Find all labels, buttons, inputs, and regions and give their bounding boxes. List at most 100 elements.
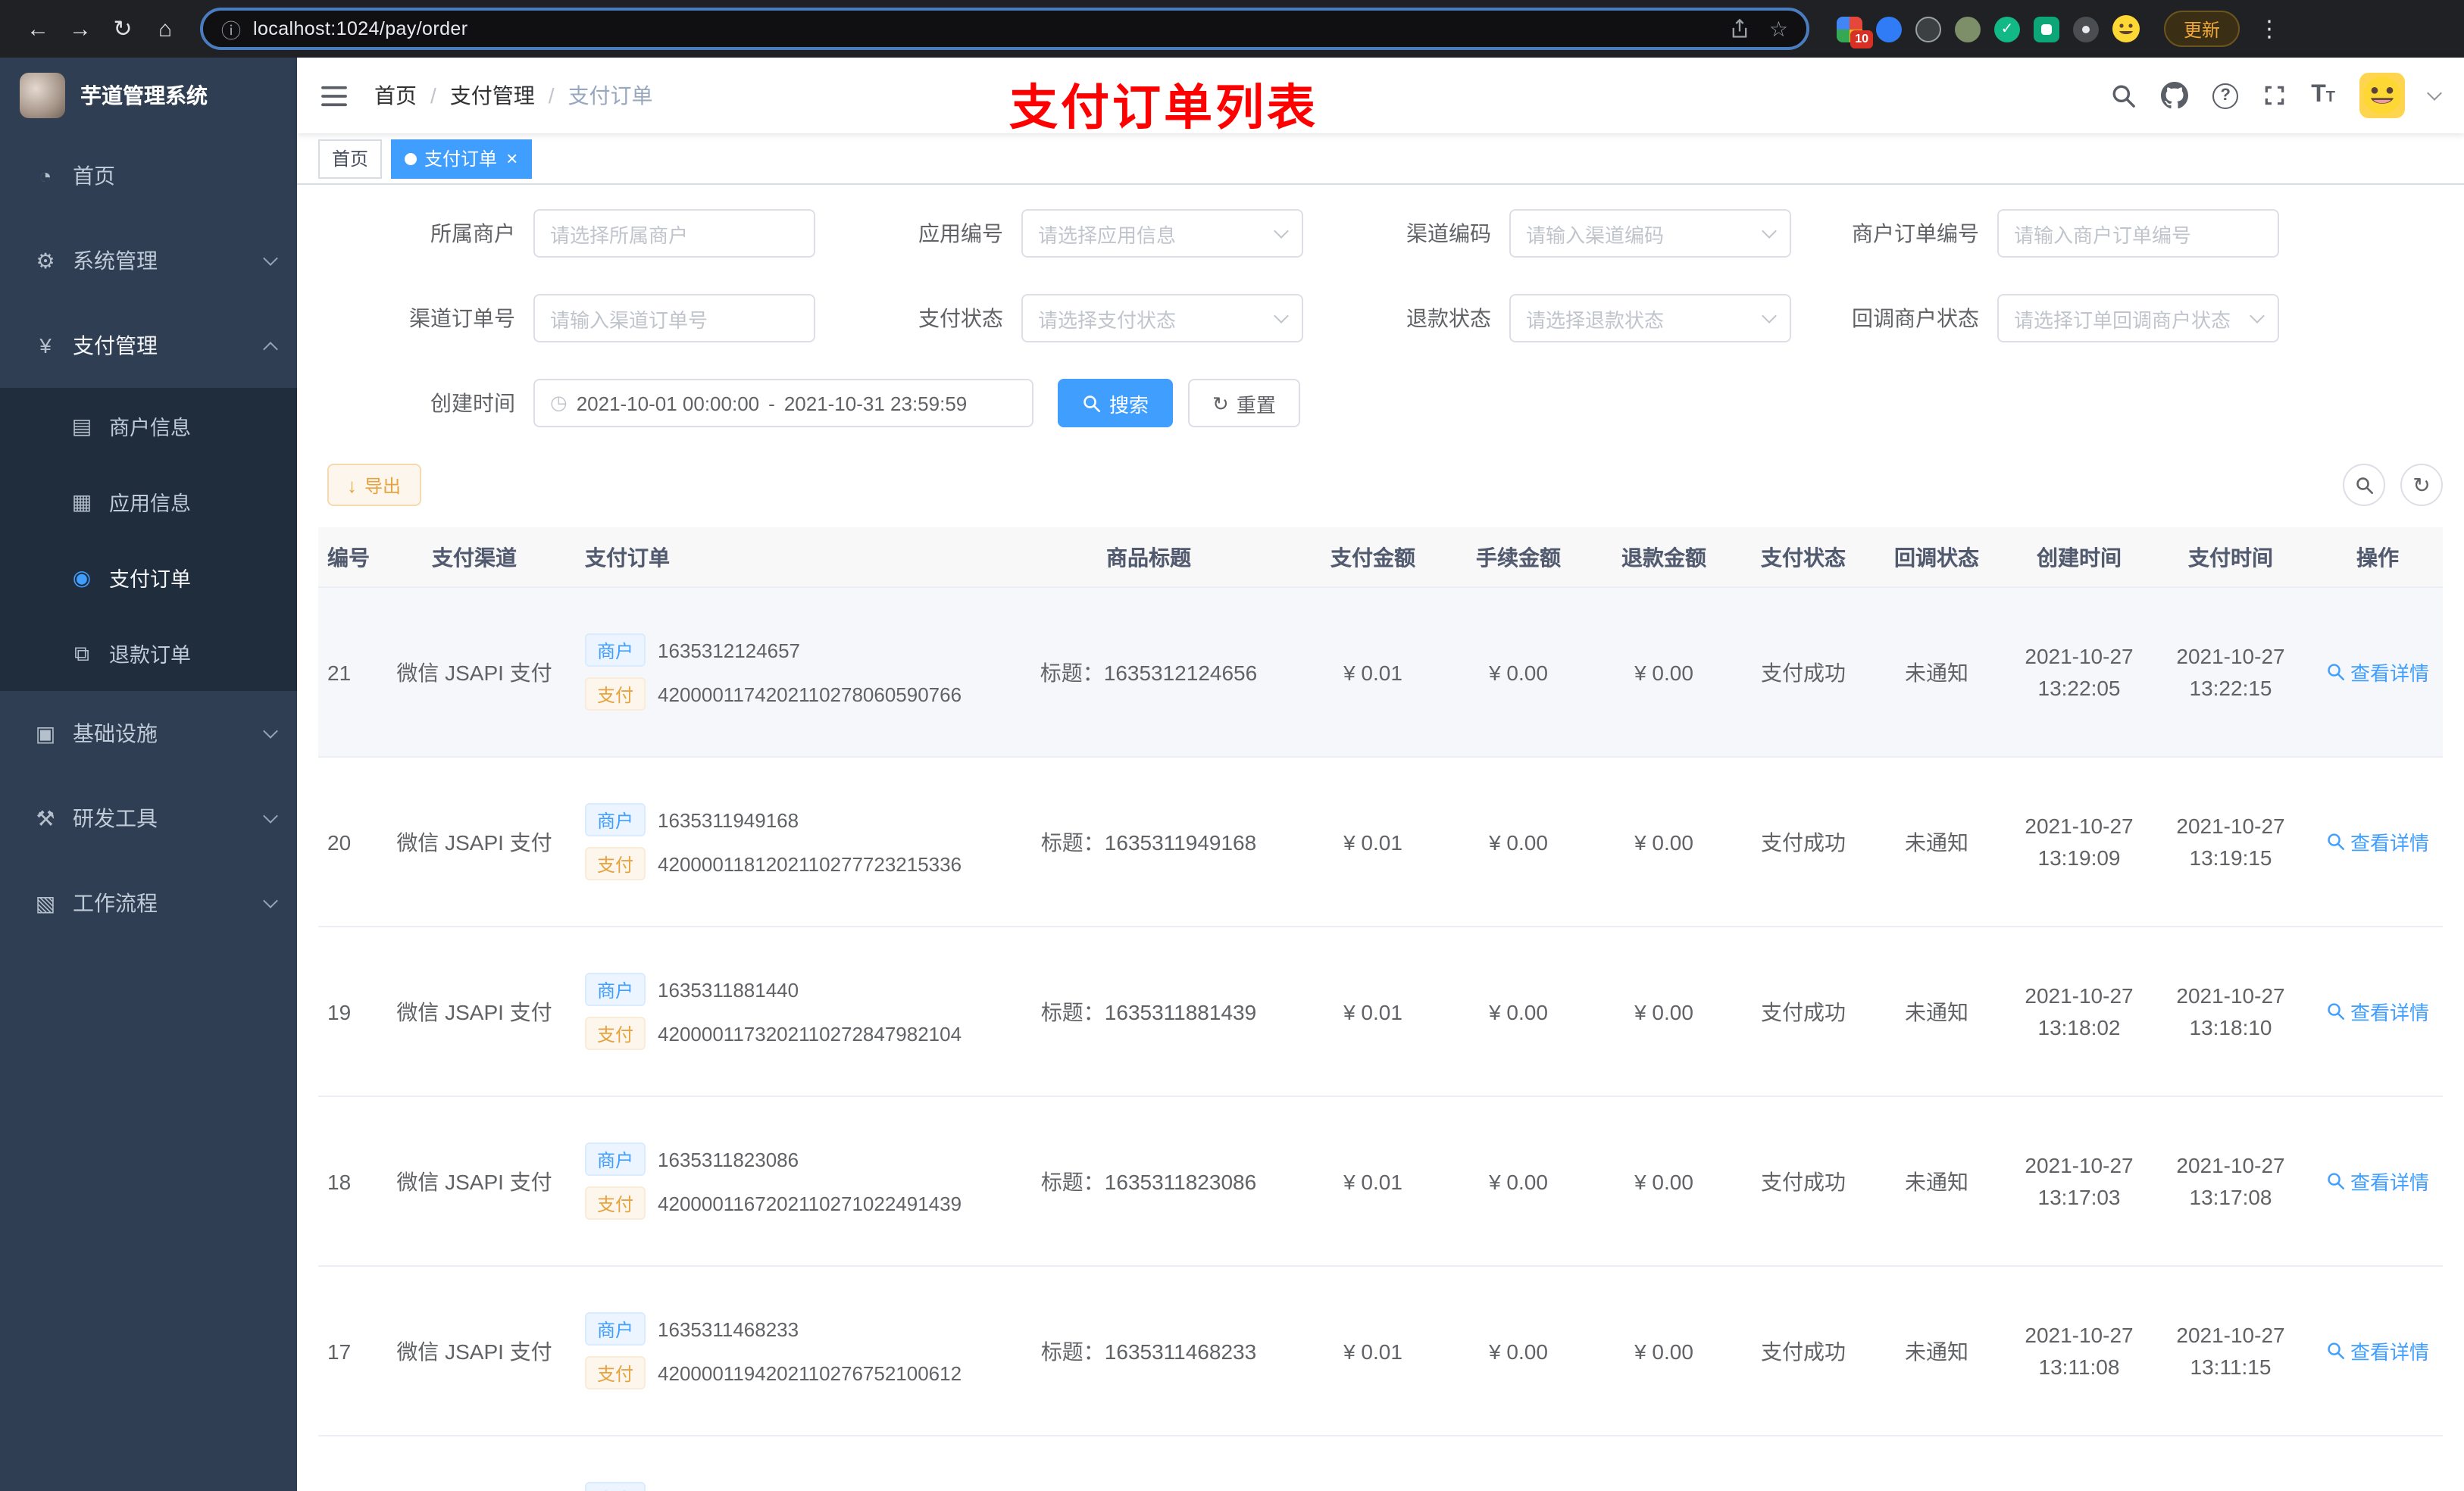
- extension-badge: 10: [1850, 30, 1873, 48]
- callback-status-filter-select[interactable]: 请选择订单回调商户状态: [1997, 294, 2279, 342]
- reset-button[interactable]: ↻ 重置: [1188, 379, 1300, 427]
- pay-status-cell: 支付成功: [1761, 660, 1846, 684]
- sidebar-item-refund-order[interactable]: ⧉ 退款订单: [0, 615, 297, 691]
- github-icon[interactable]: [2161, 82, 2189, 109]
- breadcrumb-pay-management[interactable]: 支付管理: [450, 80, 535, 111]
- product-title-cell: 标题：1635312124656: [1040, 660, 1258, 684]
- sidebar-item-system-management[interactable]: ⚙ 系统管理: [0, 218, 297, 303]
- browser-menu-icon[interactable]: ⋮: [2252, 15, 2287, 42]
- tab-home[interactable]: 首页: [318, 139, 383, 178]
- yen-icon: ¥: [39, 333, 52, 358]
- refund-status-filter-select[interactable]: 请选择退款状态: [1509, 294, 1791, 342]
- view-detail-link[interactable]: 查看详情: [2326, 658, 2429, 686]
- column-header-7: 支付状态: [1761, 545, 1846, 569]
- channel-code-filter-select[interactable]: 请输入渠道编码: [1509, 209, 1791, 258]
- view-detail-link[interactable]: 查看详情: [2326, 1167, 2429, 1196]
- search-icon[interactable]: [2111, 83, 2137, 108]
- sidebar-item-label: 首页: [73, 164, 115, 188]
- order-number: 4200001167202110271022491439: [658, 1192, 962, 1214]
- back-icon[interactable]: ←: [18, 9, 58, 48]
- breadcrumb-current: 支付订单: [568, 83, 653, 108]
- tab-close-icon[interactable]: ×: [506, 148, 518, 168]
- sidebar-item-merchant-info[interactable]: ▤ 商户信息: [0, 388, 297, 464]
- app-no-filter-select[interactable]: 请选择应用信息: [1021, 209, 1303, 258]
- hamburger-icon[interactable]: [321, 84, 347, 107]
- tab-pay-order[interactable]: 支付订单 ×: [391, 139, 532, 178]
- sidebar-item-payment-management[interactable]: ¥ 支付管理: [0, 303, 297, 388]
- pay-amount-cell: ¥ 0.01: [1343, 999, 1402, 1024]
- merchant-order-no-filter-input[interactable]: 请输入商户订单编号: [1997, 209, 2279, 258]
- user-avatar[interactable]: [2359, 73, 2405, 118]
- sidebar-item-dev-tools[interactable]: ⚒ 研发工具: [0, 776, 297, 861]
- fullscreen-icon[interactable]: [2262, 83, 2287, 108]
- profile-avatar-icon[interactable]: [2112, 15, 2140, 42]
- callback-status-cell: 未通知: [1905, 999, 1968, 1024]
- order-number: 4200001174202110278060590766: [658, 683, 962, 705]
- update-button[interactable]: 更新: [2164, 11, 2240, 47]
- breadcrumb: 首页 / 支付管理 / 支付订单: [374, 80, 653, 111]
- breadcrumb-home[interactable]: 首页: [374, 80, 417, 111]
- sidebar-item-infrastructure[interactable]: ▣ 基础设施: [0, 691, 297, 776]
- share-icon[interactable]: [1730, 18, 1751, 39]
- pay-status-filter-select[interactable]: 请选择支付状态: [1021, 294, 1303, 342]
- channel-order-no-filter-input[interactable]: 请输入渠道订单号: [533, 294, 815, 342]
- order-number: 1635311949168: [658, 808, 799, 831]
- date-separator: -: [768, 392, 775, 414]
- action-cell: 查看详情: [2306, 827, 2443, 856]
- sidebar-item-app-info[interactable]: ▦ 应用信息: [0, 464, 297, 539]
- search-button[interactable]: 搜索: [1058, 379, 1174, 427]
- search-button-label: 搜索: [1109, 393, 1149, 416]
- help-icon[interactable]: ?: [2212, 83, 2239, 108]
- forward-icon[interactable]: →: [61, 9, 100, 48]
- view-detail-link[interactable]: 查看详情: [2326, 827, 2429, 856]
- url-bar[interactable]: ⓘ localhost:1024/pay/order ☆: [200, 8, 1809, 50]
- filter-form: 所属商户 请选择所属商户 应用编号 请选择应用信息 渠道编码 请输入渠道编码 商…: [318, 209, 2443, 427]
- font-size-icon[interactable]: TT: [2311, 83, 2335, 108]
- site-info-icon[interactable]: ⓘ: [221, 14, 241, 43]
- view-detail-link[interactable]: 查看详情: [2326, 1336, 2429, 1365]
- sidebar: 芋道管理系统 ◔ 首页 ⚙ 系统管理 ¥ 支付管理 ▤ 商户信息 ▦ 应用信息 ◉ 支付订单 ⧉ 退款订单…: [0, 58, 297, 1491]
- sidebar-item-workflow[interactable]: ▧ 工作流程: [0, 861, 297, 946]
- filter-label-channel-code: 渠道编码: [1406, 221, 1491, 245]
- toggle-search-button[interactable]: [2343, 464, 2385, 506]
- pay-channel-cell: 微信 JSAPI 支付: [396, 660, 552, 684]
- reload-icon[interactable]: ↻: [103, 9, 142, 48]
- refresh-button[interactable]: ↻: [2400, 464, 2443, 506]
- home-icon[interactable]: ⌂: [145, 9, 185, 48]
- search-icon: [2328, 833, 2344, 850]
- app-logo[interactable]: 芋道管理系统: [0, 58, 297, 133]
- bookmark-star-icon[interactable]: ☆: [1769, 16, 1788, 42]
- avatar-caret-icon[interactable]: [2427, 85, 2442, 100]
- merchant-filter-input[interactable]: 请选择所属商户: [533, 209, 815, 258]
- navbar-actions: ? TT: [2111, 73, 2442, 118]
- extension-chat-icon[interactable]: [2034, 16, 2059, 42]
- extension-blue-icon[interactable]: [1876, 16, 1902, 42]
- tags-view: 首页 支付订单 ×: [297, 133, 2464, 185]
- extension-dark-icon[interactable]: [1915, 16, 1941, 42]
- extension-check-icon[interactable]: ✓: [1994, 16, 2020, 42]
- pay-amount-cell: ¥ 0.01: [1343, 1339, 1402, 1363]
- view-detail-label: 查看详情: [2350, 1341, 2429, 1364]
- chevron-down-icon: [2250, 308, 2265, 324]
- urlbar-actions: ☆: [1730, 16, 1788, 42]
- merchant-card-icon: ▤: [71, 413, 92, 437]
- export-button[interactable]: ↓ 导出: [327, 464, 421, 506]
- placeholder-text: 请选择订单回调商户状态: [2014, 308, 2231, 331]
- extension-pin-icon[interactable]: [2073, 16, 2099, 42]
- pay-order-cell: 商户1635311157963支付: [564, 1482, 997, 1491]
- infra-icon: ▣: [35, 720, 56, 745]
- extension-grid-icon[interactable]: 10: [1837, 16, 1873, 48]
- order-id-cell: 20: [327, 830, 352, 854]
- search-icon: [2328, 1343, 2344, 1359]
- extension-olive-icon[interactable]: [1955, 16, 1981, 42]
- table-row: 19 微信 JSAPI 支付 商户 1635311881440 支付 4200001173…: [318, 927, 2443, 1097]
- chevron-down-icon: [1762, 308, 1777, 324]
- create-time-range-picker[interactable]: ◷ 2021-10-01 00:00:00 - 2021-10-31 23:59…: [533, 379, 1033, 427]
- view-detail-link[interactable]: 查看详情: [2326, 997, 2429, 1026]
- search-icon: [2356, 477, 2373, 494]
- order-number: 1635311881440: [658, 978, 799, 1001]
- create-time-cell: 2021-10-27 13:11:08: [2025, 1322, 2134, 1378]
- sidebar-item-home[interactable]: ◔ 首页: [0, 133, 297, 218]
- date-end: 2021-10-31 23:59:59: [783, 392, 968, 414]
- sidebar-item-pay-order[interactable]: ◉ 支付订单: [0, 539, 297, 615]
